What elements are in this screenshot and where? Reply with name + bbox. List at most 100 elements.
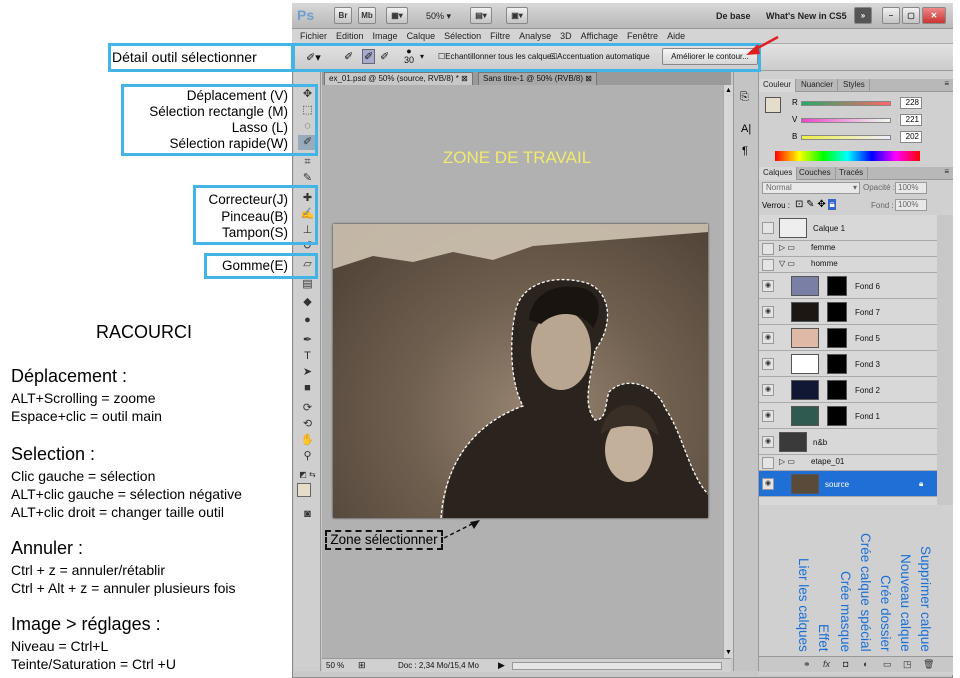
menu-item-10[interactable]: Aide (667, 31, 685, 41)
whats-new-link[interactable]: What's New in CS5 (766, 11, 847, 21)
tab-sans-titre[interactable]: Sans titre-1 @ 50% (RVB/8) ⊠ (478, 72, 597, 85)
menu-item-2[interactable]: Image (373, 31, 398, 41)
b-slider[interactable] (801, 135, 891, 140)
layer-row[interactable]: ▽ ▭ homme (759, 257, 937, 273)
folder-icon[interactable]: ▽ ▭ (779, 259, 795, 268)
gradient-icon[interactable]: ▤ (298, 277, 317, 292)
new-group-icon[interactable]: ▭ (883, 659, 892, 670)
foreground-swatch[interactable] (765, 97, 781, 113)
character-panel-icon[interactable]: A| (741, 123, 751, 135)
visibility-eye-icon[interactable] (762, 243, 774, 255)
menu-item-4[interactable]: Sélection (444, 31, 481, 41)
zoom-icon[interactable]: ⚲ (298, 449, 317, 464)
close-tab-icon[interactable]: ⊠ (461, 74, 468, 83)
minimize-icon[interactable]: – (882, 7, 900, 24)
menu-item-9[interactable]: Fenêtre (627, 31, 658, 41)
layer-row[interactable]: Calque 1 (759, 215, 937, 241)
visibility-eye-icon[interactable] (762, 457, 774, 469)
visibility-eye-icon[interactable]: ◉ (762, 410, 774, 422)
tab-calques[interactable]: Calques (759, 167, 798, 180)
tab-styles[interactable]: Styles (839, 79, 870, 92)
menu-item-7[interactable]: 3D (560, 31, 572, 41)
menu-item-3[interactable]: Calque (407, 31, 436, 41)
menu-item-8[interactable]: Affichage (581, 31, 618, 41)
quick-mask-icon[interactable]: ◙ (298, 507, 317, 522)
view-extras-icon[interactable]: ▦▾ (386, 7, 408, 24)
menu-item-0[interactable]: Fichier (300, 31, 327, 41)
v-value[interactable]: 221 (900, 114, 922, 126)
add-mask-icon[interactable]: ◘ (843, 659, 848, 669)
eyedropper-icon[interactable]: ✎ (298, 171, 317, 186)
zoom-level[interactable]: 50% ▾ (426, 11, 451, 22)
layers-menu-icon[interactable]: ≡ (944, 167, 949, 176)
minibridge-button[interactable]: Mb (358, 7, 376, 24)
shape-icon[interactable]: ■ (298, 381, 317, 396)
visibility-eye-icon[interactable]: ◉ (762, 384, 774, 396)
b-value[interactable]: 202 (900, 131, 922, 143)
dodge-icon[interactable]: ● (298, 313, 317, 328)
workspace-essentials[interactable]: De base (716, 11, 751, 21)
screen-mode-icon[interactable]: ▣▾ (506, 7, 528, 24)
paragraph-panel-icon[interactable]: ¶ (742, 145, 748, 157)
visibility-eye-icon[interactable]: ◉ (762, 280, 774, 292)
workspace-more-icon[interactable]: » (854, 7, 872, 24)
tab-traces[interactable]: Tracés (835, 167, 869, 180)
folder-icon[interactable]: ▷ ▭ (779, 457, 795, 466)
v-slider[interactable] (801, 118, 891, 123)
status-menu-arrow-icon[interactable]: ▶ (498, 660, 505, 671)
layers-scrollbar[interactable] (937, 215, 953, 505)
menu-item-6[interactable]: Analyse (519, 31, 551, 41)
adjustment-layer-icon[interactable]: ◐ (863, 659, 868, 669)
3d-rotate-icon[interactable]: ⟳ (298, 401, 317, 416)
type-icon[interactable]: T (298, 349, 317, 364)
r-value[interactable]: 228 (900, 97, 922, 109)
lock-icons[interactable]: ⊡ ✎ ✥ 🔒︎ (795, 199, 836, 210)
menu-item-5[interactable]: Filtre (490, 31, 510, 41)
visibility-eye-icon[interactable]: ◉ (762, 306, 774, 318)
layer-row[interactable]: ◉ Fond 5 (759, 325, 937, 351)
blur-icon[interactable]: ◆ (298, 295, 317, 310)
tab-couches[interactable]: Couches (795, 167, 836, 180)
visibility-eye-icon[interactable]: ◉ (762, 332, 774, 344)
visibility-eye-icon[interactable]: ◉ (762, 478, 774, 490)
horizontal-scrollbar[interactable] (512, 662, 722, 670)
layer-row[interactable]: ◉ n&b (759, 429, 937, 455)
tab-couleur[interactable]: Couleur (759, 79, 797, 92)
layer-row[interactable]: ◉ Fond 6 (759, 273, 937, 299)
scroll-down-icon[interactable]: ▼ (725, 649, 732, 656)
layer-row[interactable]: ◉ Fond 3 (759, 351, 937, 377)
folder-icon[interactable]: ▷ ▭ (779, 243, 795, 252)
panel-menu-icon[interactable]: ≡ (944, 79, 949, 88)
bridge-button[interactable]: Br (334, 7, 352, 24)
foreground-color-swatch[interactable] (297, 483, 311, 497)
hand-icon[interactable]: ✋ (298, 433, 317, 448)
delete-layer-icon[interactable]: 🗑︎ (923, 659, 934, 670)
close-icon[interactable]: ✕ (922, 7, 946, 24)
status-zoom[interactable]: 50 % (326, 661, 344, 670)
color-spectrum[interactable] (775, 151, 920, 161)
path-selection-icon[interactable]: ➤ (298, 365, 317, 380)
blend-mode-select[interactable]: Normal ▾ (762, 182, 860, 194)
visibility-eye-icon[interactable] (762, 222, 774, 234)
status-icon[interactable]: ⊞ (358, 660, 366, 671)
close-tab-icon[interactable]: ⊠ (585, 74, 592, 83)
default-colors-icon[interactable]: ◩ ⇆ (298, 467, 317, 482)
menu-item-1[interactable]: Edition (336, 31, 364, 41)
layer-row[interactable]: ◉ Fond 1 (759, 403, 937, 429)
opacity-field[interactable]: 100% (895, 182, 927, 194)
crop-icon[interactable]: ⌗ (298, 155, 317, 170)
lock-all-icon[interactable]: 🔒︎ (828, 199, 836, 210)
pen-icon[interactable]: ✒ (298, 333, 317, 348)
3d-orbit-icon[interactable]: ⟲ (298, 417, 317, 432)
visibility-eye-icon[interactable]: ◉ (762, 436, 774, 448)
vertical-scrollbar[interactable]: ▲ ▼ (723, 85, 733, 658)
tab-ex01[interactable]: ex_01.psd @ 50% (source, RVB/8) * ⊠ (324, 72, 473, 85)
visibility-eye-icon[interactable]: ◉ (762, 358, 774, 370)
maximize-icon[interactable]: ▢ (902, 7, 920, 24)
scroll-up-icon[interactable]: ▲ (725, 87, 732, 94)
layer-row[interactable]: ▷ ▭ femme (759, 241, 937, 257)
history-panel-icon[interactable]: ⎘ (740, 91, 749, 104)
new-layer-icon[interactable]: ◳ (903, 659, 912, 670)
r-slider[interactable] (801, 101, 891, 106)
layer-row[interactable]: ◉ Fond 7 (759, 299, 937, 325)
